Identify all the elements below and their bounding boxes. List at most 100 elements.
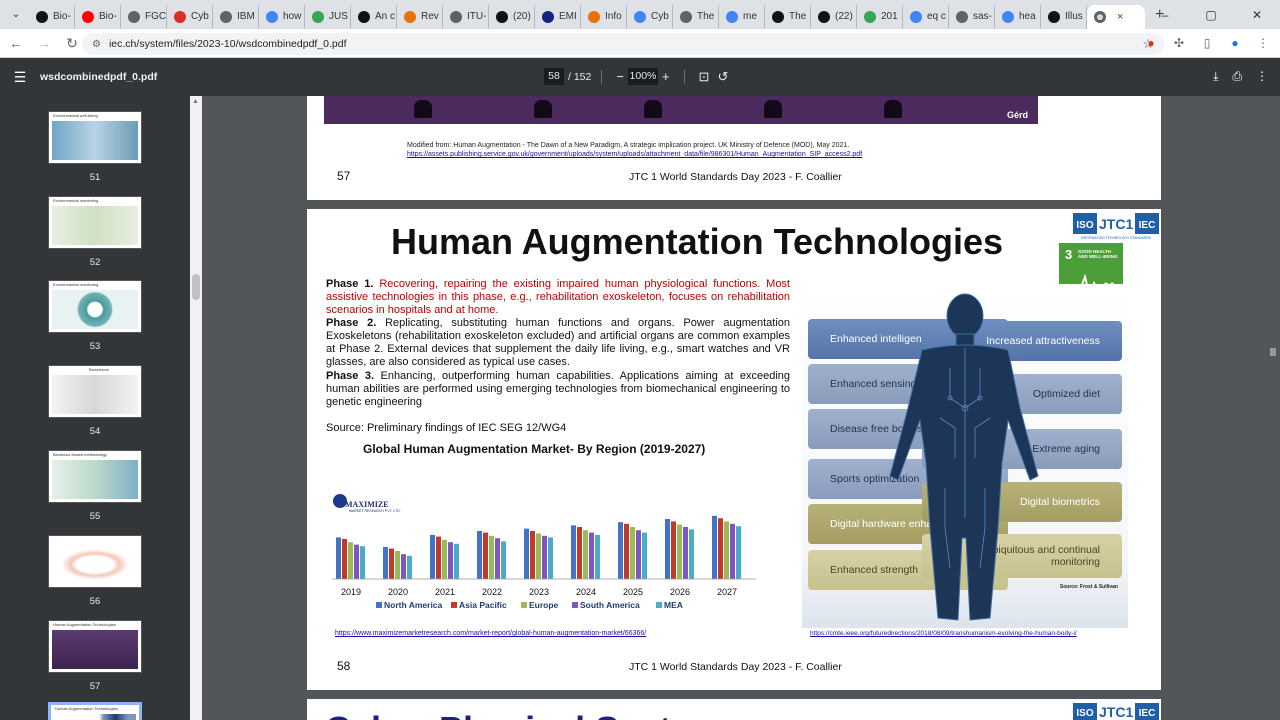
tab-20[interactable]: sas- <box>949 4 995 29</box>
chart-source-link[interactable]: https://www.maximizemarketresearch.com/m… <box>335 630 646 637</box>
extension-icon[interactable]: ● <box>1142 34 1160 52</box>
forward-icon[interactable]: → <box>32 31 56 55</box>
profile-avatar-icon[interactable]: ● <box>1226 34 1244 52</box>
thumbnail-title: Environmental monitoring <box>53 198 99 203</box>
thumbnail-page-55[interactable]: Biosensor-based methodology <box>48 450 142 503</box>
bar-2024-north-america <box>571 525 576 579</box>
thumbnail-page-54[interactable]: Biosensors <box>48 365 142 418</box>
tab-7[interactable]: An c <box>351 4 397 29</box>
thumbnail-page-56[interactable] <box>48 535 142 588</box>
bar-2022-asia-pacific <box>483 532 488 579</box>
tab-search-icon[interactable]: ⌄ <box>3 4 29 26</box>
iec-text: IEC <box>1139 220 1156 231</box>
tab-18[interactable]: 201 <box>857 4 903 29</box>
bar-2026-mea <box>689 529 694 579</box>
maximize-button[interactable]: ▢ <box>1188 8 1234 22</box>
tab-19[interactable]: eq c <box>903 4 949 29</box>
tab-16[interactable]: The <box>765 4 811 29</box>
chrome-menu-icon[interactable]: ⋮ <box>1254 34 1272 52</box>
tab-12[interactable]: Info <box>581 4 627 29</box>
address-bar[interactable]: ⚙ iec.ch/system/files/2023-10/wsdcombine… <box>82 33 1164 55</box>
sidebar-scrollbar[interactable]: ▲ <box>190 96 202 720</box>
tab-5[interactable]: how <box>259 4 305 29</box>
tab-9[interactable]: ITU- <box>443 4 489 29</box>
infographic-source-link[interactable]: https://cmte.ieee.org/futuredirections/2… <box>810 630 1080 638</box>
legend-label: Asia Pacific <box>459 600 507 610</box>
source-link[interactable]: https://assets.publishing.service.gov.uk… <box>407 151 862 158</box>
site-info-icon[interactable]: ⚙ <box>92 39 101 50</box>
download-icon[interactable]: ⤓ <box>1213 69 1218 84</box>
zoom-input[interactable]: 100% <box>627 68 658 85</box>
thumbnail-title: Biosensors <box>89 367 109 372</box>
window-controls: – ▢ ✕ <box>1142 0 1280 29</box>
more-options-icon[interactable]: ⋮ <box>1256 69 1268 84</box>
google-icon <box>634 10 646 23</box>
pdf-page-59: Cyber-Physical Syst ISO JTC1 IEC <box>307 699 1161 720</box>
tab-0[interactable]: Bio- <box>29 4 75 29</box>
maximize-sub: MARKET RESEARCH PVT. LTD. <box>349 509 401 513</box>
bar-2019-asia-pacific <box>342 539 347 579</box>
tab-label: ITU- <box>467 11 487 22</box>
bar-2021-mea <box>454 543 459 579</box>
bar-2020-europe <box>395 551 400 579</box>
bar-2024-asia-pacific <box>577 527 582 579</box>
extensions-puzzle-icon[interactable]: ✣ <box>1170 34 1188 52</box>
thumbnail-image <box>52 206 138 245</box>
sdg-text: GOOD HEALTH AND WELL-BEING <box>1078 249 1118 259</box>
maximize-name: MAXIMIZE <box>345 500 389 509</box>
page-number-input[interactable]: 58 <box>544 68 564 85</box>
thumbnail-page-53[interactable]: Environmental monitoring <box>48 280 142 333</box>
silhouette <box>764 100 782 118</box>
thumbnail-page-58[interactable]: Human Augmentation Technologies <box>48 702 142 720</box>
thumbnail-number: 57 <box>89 681 101 692</box>
tab-2[interactable]: FGC <box>121 4 167 29</box>
close-window-button[interactable]: ✕ <box>1234 8 1280 22</box>
zoom-out-icon[interactable]: − <box>616 69 624 84</box>
bar-2020-north-america <box>383 547 388 579</box>
pdf-actions: ⤓ ⎙ ⋮ <box>1213 69 1268 84</box>
reload-icon[interactable]: ↻ <box>60 31 84 55</box>
thumbnail-page-51[interactable]: Environmental well-being <box>48 111 142 164</box>
tab-4[interactable]: IBM <box>213 4 259 29</box>
tab-3[interactable]: Cyb <box>167 4 213 29</box>
scroll-up-icon[interactable]: ▲ <box>192 98 199 105</box>
hamburger-menu-icon[interactable]: ☰ <box>0 69 40 86</box>
tab-17[interactable]: (22) <box>811 4 857 29</box>
source-text: Source: Preliminary findings of IEC SEG … <box>326 422 567 434</box>
bar-2022-mea <box>501 541 506 579</box>
pdf-toolbar: ☰ wsdcombinedpdf_0.pdf 58 / 152 − 100% +… <box>0 58 1280 96</box>
legend-label: South America <box>580 600 640 610</box>
tab-22[interactable]: Illus <box>1041 4 1087 29</box>
bar-2025-mea <box>642 532 647 579</box>
thumbnail-page-52[interactable]: Environmental monitoring <box>48 196 142 249</box>
tab-11[interactable]: EMI <box>535 4 581 29</box>
tab-6[interactable]: JUS <box>305 4 351 29</box>
rotate-icon[interactable]: ↺ <box>717 69 728 85</box>
fit-page-icon[interactable]: ⊡ <box>699 69 710 85</box>
tab-21[interactable]: hea <box>995 4 1041 29</box>
thumbnail-title: Human Augmentation Technologies <box>55 706 118 711</box>
close-tab-icon[interactable]: × <box>1117 11 1123 23</box>
minimize-button[interactable]: – <box>1142 8 1188 22</box>
phase-1-label: Phase 1. <box>326 278 374 290</box>
back-icon[interactable]: ← <box>4 31 28 55</box>
tab-1[interactable]: Bio- <box>75 4 121 29</box>
thumbnail-sidebar: Environmental well-being 51 Environmenta… <box>0 96 190 720</box>
tab-15[interactable]: me <box>719 4 765 29</box>
tab-active[interactable]: ◍ × <box>1087 4 1145 29</box>
bar-2021-north-america <box>430 535 435 579</box>
tab-13[interactable]: Cyb <box>627 4 673 29</box>
tab-10[interactable]: (20) <box>489 4 535 29</box>
tab-8[interactable]: Rev <box>397 4 443 29</box>
main-scrollbar[interactable] <box>1266 96 1280 720</box>
sidepanel-icon[interactable]: ▯ <box>1198 34 1216 52</box>
sidebar-scroll-thumb[interactable] <box>192 274 200 300</box>
main-scroll-thumb[interactable] <box>1270 348 1276 356</box>
tab-label: The <box>789 11 807 22</box>
globe-icon <box>680 10 692 23</box>
zoom-in-icon[interactable]: + <box>662 69 670 84</box>
globe-icon <box>956 10 968 23</box>
thumbnail-page-57[interactable]: Human Augmentation Technologies <box>48 620 142 673</box>
print-icon[interactable]: ⎙ <box>1232 69 1242 84</box>
tab-14[interactable]: The <box>673 4 719 29</box>
